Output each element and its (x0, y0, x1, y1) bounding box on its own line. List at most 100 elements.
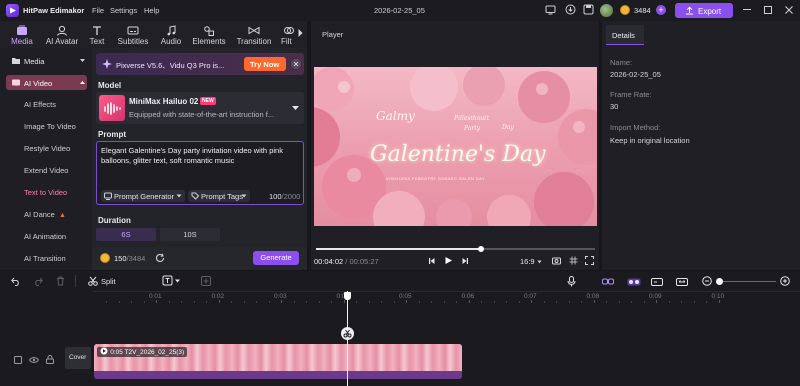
promo-banner[interactable]: Pixverse V5.6、Vidu Q3 Pro is... Try Now (96, 53, 304, 75)
redo-icon[interactable] (33, 277, 43, 286)
split-button[interactable]: Split (101, 277, 116, 286)
tab-filter[interactable]: Filt (281, 24, 297, 47)
folder-icon (12, 58, 20, 64)
screen-icon[interactable] (545, 5, 556, 15)
fit-timeline-icon[interactable] (676, 278, 688, 286)
caption-icon[interactable] (651, 278, 663, 286)
try-now-button[interactable]: Try Now (244, 57, 286, 71)
tab-media[interactable]: Media (7, 24, 37, 47)
sidebar-item-ai-dance[interactable]: AI Dance ▲ (24, 210, 66, 219)
zoom-in-icon[interactable] (780, 276, 790, 286)
play-icon[interactable] (444, 256, 453, 265)
scissors-icon (343, 329, 352, 338)
link-clips-icon[interactable] (602, 278, 614, 286)
sidebar-item-image-to-video[interactable]: Image To Video (24, 122, 76, 131)
tab-ai-avatar[interactable]: AI Avatar (43, 24, 81, 47)
snapshot-icon[interactable] (552, 256, 561, 265)
minimize-icon[interactable] (743, 9, 751, 10)
details-panel: Details Name: 2026-02-25_05 Frame Rate: … (602, 21, 800, 270)
menu-help[interactable]: Help (144, 6, 159, 15)
zoom-slider[interactable] (716, 278, 776, 285)
delete-icon[interactable] (56, 276, 65, 286)
tab-subtitles[interactable]: Subtitles (115, 24, 151, 47)
playhead-split-marker[interactable] (341, 327, 354, 340)
chevron-up-icon (80, 81, 85, 84)
model-selector[interactable]: MiniMax Hailuo 02 NEW Equipped with stat… (96, 92, 304, 124)
snap-toggle-icon[interactable] (627, 278, 641, 286)
tab-audio[interactable]: Audio (158, 24, 184, 47)
nav-media[interactable]: Media (6, 53, 87, 68)
close-icon[interactable] (784, 5, 794, 15)
generate-button[interactable]: Generate (253, 251, 299, 265)
banner-close-icon[interactable] (291, 59, 301, 69)
player-panel: Player Galmy Pillesthoutt Party Day Gale… (311, 21, 599, 270)
prompt-tags-button[interactable]: Prompt Tags (188, 190, 250, 202)
ruler-minor-tick (393, 301, 395, 303)
menu-settings[interactable]: Settings (110, 6, 137, 15)
timeline-divider (75, 275, 76, 287)
fullscreen-icon[interactable] (585, 256, 594, 265)
detail-import-label: Import Method: (610, 123, 661, 132)
sidebar-item-text-to-video[interactable]: Text to Video (24, 188, 67, 197)
sidebar-item-ai-animation[interactable]: AI Animation (24, 232, 66, 241)
microphone-icon[interactable] (567, 276, 576, 287)
ruler-minor-tick (118, 301, 120, 303)
ruler-minor-tick (556, 301, 557, 303)
timeline-ruler[interactable]: 0:01 0:02 0:03 0:04 0:05 0:06 0:07 0:08 0:09 0:10 (93, 291, 800, 303)
visibility-eye-icon[interactable] (29, 356, 39, 364)
next-frame-icon[interactable] (461, 257, 469, 265)
ruler-minor-tick (681, 301, 682, 303)
nav-ai-video[interactable]: AI Video (6, 75, 87, 90)
ruler-tick (343, 300, 345, 303)
sidebar-item-restyle-video[interactable]: Restyle Video (24, 144, 70, 153)
duration-option-10s[interactable]: 10S (160, 228, 220, 241)
text-tool-dropdown[interactable] (162, 275, 184, 287)
progress-fill (316, 248, 481, 250)
add-credits-button[interactable]: + (656, 5, 666, 15)
maximize-icon[interactable] (764, 6, 772, 14)
video-preview[interactable]: Galmy Pillesthoutt Party Day Galentine's… (314, 67, 597, 226)
undo-icon[interactable] (11, 277, 21, 286)
zoom-out-icon[interactable] (702, 276, 712, 286)
tab-text[interactable]: Text (87, 24, 107, 47)
details-tab[interactable]: Details (606, 25, 644, 45)
zoom-slider-knob[interactable] (716, 278, 723, 285)
ruler-minor-tick (193, 301, 195, 303)
playhead-handle[interactable] (344, 292, 351, 300)
save-icon[interactable] (583, 4, 594, 15)
export-icon (686, 6, 693, 15)
video-clip[interactable]: 0:05 T2V_2026_02_25(3) (94, 344, 462, 379)
project-title: 2026-02-25_05 (374, 6, 425, 15)
prompt-textarea[interactable]: Elegant Galentine's Day party invitation… (96, 141, 304, 205)
sidebar-item-ai-effects[interactable]: AI Effects (24, 100, 56, 109)
ruler-minor-tick (243, 301, 245, 303)
tab-transition[interactable]: Transition (235, 24, 273, 47)
ruler-tick-label: 0:03 (274, 293, 287, 300)
grid-icon[interactable] (569, 256, 578, 265)
export-button[interactable]: Export (675, 3, 733, 18)
aspect-ratio-select[interactable]: 16:9 (520, 257, 542, 266)
ruler-tick (406, 300, 407, 303)
duration-option-6s[interactable]: 6S (96, 228, 156, 241)
ruler-minor-tick (668, 301, 670, 303)
sidebar-item-extend-video[interactable]: Extend Video (24, 166, 68, 175)
progress-knob[interactable] (477, 246, 484, 252)
prompt-generator-button[interactable]: Prompt Generator (101, 190, 185, 202)
track-icon (14, 356, 22, 364)
previous-frame-icon[interactable] (428, 257, 436, 265)
add-track-icon[interactable] (201, 276, 211, 286)
ruler-tick-label: 0:02 (211, 293, 225, 300)
cover-button[interactable]: Cover (65, 347, 91, 369)
ruler-minor-tick (143, 301, 145, 303)
menu-file[interactable]: File (92, 6, 104, 15)
ruler-tick (218, 300, 220, 303)
tab-elements[interactable]: Elements (191, 24, 227, 47)
play-circle-icon (100, 347, 108, 355)
lock-icon[interactable] (46, 355, 54, 364)
avatar[interactable] (600, 4, 613, 17)
download-icon[interactable] (565, 4, 576, 15)
toolbar-more-arrow-icon[interactable] (297, 28, 304, 38)
refresh-icon[interactable] (155, 253, 165, 263)
sidebar-item-ai-transition[interactable]: AI Transition (24, 254, 66, 263)
playback-progress[interactable] (316, 246, 595, 252)
